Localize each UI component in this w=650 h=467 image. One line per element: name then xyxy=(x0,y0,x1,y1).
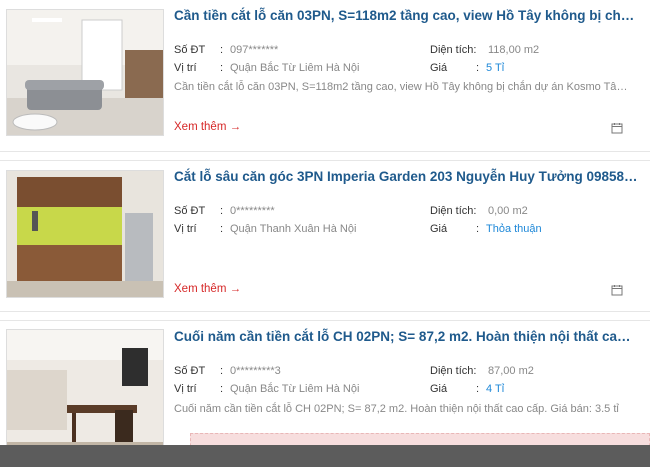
bottom-overlay-bar xyxy=(0,445,650,467)
colon: : xyxy=(476,223,480,235)
location-label: Vị trí xyxy=(174,223,197,235)
listing-photo-kitchen[interactable] xyxy=(6,170,164,298)
area-label: Diện tích: xyxy=(430,44,477,56)
price-value: 5 Tỉ xyxy=(486,62,505,74)
area-value: 0,00 m2 xyxy=(488,205,528,217)
location-value: Quận Bắc Từ Liêm Hà Nội xyxy=(230,62,360,74)
price-label: Giá xyxy=(430,62,448,74)
listing-description: Cuối năm cần tiền cắt lỗ CH 02PN; S= 87,… xyxy=(174,403,619,415)
view-more-link[interactable]: Xem thêm → xyxy=(174,121,241,133)
listing-card: Cần tiền cắt lỗ căn 03PN, S=118m2 tầng c… xyxy=(0,0,650,152)
listing-photo-dining-room[interactable] xyxy=(6,329,164,459)
price-row: Giá:4 Tỉ xyxy=(430,382,504,396)
colon: : xyxy=(220,62,224,74)
area-value: 87,00 m2 xyxy=(488,365,534,377)
location-label: Vị trí xyxy=(174,383,197,395)
colon: : xyxy=(220,223,224,235)
listing-card: Cắt lỗ sâu căn góc 3PN Imperia Garden 20… xyxy=(0,160,650,312)
location-label: Vị trí xyxy=(174,62,197,74)
phone-value: 0********* xyxy=(230,205,275,217)
location-value: Quận Bắc Từ Liêm Hà Nội xyxy=(230,383,360,395)
phone-value: 0*********3 xyxy=(230,365,281,377)
phone-label: Số ĐT xyxy=(174,205,206,217)
colon: : xyxy=(220,205,224,217)
phone-row: Số ĐT:0*********3 xyxy=(174,364,281,378)
listing-photo-living-room[interactable] xyxy=(6,9,164,136)
location-row: Vị trí: Quận Bắc Từ Liêm Hà Nội xyxy=(174,61,359,75)
view-more-link[interactable]: Xem thêm → xyxy=(174,283,241,295)
colon: : xyxy=(476,383,480,395)
colon: : xyxy=(220,365,224,377)
area-value: 118,00 m2 xyxy=(488,44,540,56)
phone-value: 097******* xyxy=(230,44,279,56)
area-row: Diện tích: 0,00 m2 xyxy=(430,204,528,218)
colon: : xyxy=(220,383,224,395)
price-value: 4 Tỉ xyxy=(486,383,505,395)
listing-title[interactable]: Cần tiền cắt lỗ căn 03PN, S=118m2 tầng c… xyxy=(174,7,638,25)
phone-row: Số ĐT:097******* xyxy=(174,43,278,57)
phone-label: Số ĐT xyxy=(174,44,206,56)
listing-title[interactable]: Cắt lỗ sâu căn góc 3PN Imperia Garden 20… xyxy=(174,168,638,186)
area-row: Diện tích: 118,00 m2 xyxy=(430,43,539,57)
colon: : xyxy=(220,44,224,56)
price-label: Giá xyxy=(430,383,448,395)
area-label: Diện tích: xyxy=(430,365,477,377)
price-row: Giá: Thỏa thuận xyxy=(430,222,542,236)
price-row: Giá:5 Tỉ xyxy=(430,61,504,75)
calendar-icon xyxy=(611,123,623,134)
location-value: Quận Thanh Xuân Hà Nội xyxy=(230,223,357,235)
price-value: Thỏa thuận xyxy=(486,223,542,235)
area-row: Diện tích: 87,00 m2 xyxy=(430,364,534,378)
location-row: Vị trí: Quận Bắc Từ Liêm Hà Nội xyxy=(174,382,359,396)
price-label: Giá xyxy=(430,223,448,235)
area-label: Diện tích: xyxy=(430,205,477,217)
listing-description: Cần tiền cắt lỗ căn 03PN, S=118m2 tầng c… xyxy=(174,81,632,93)
listing-title[interactable]: Cuối năm cần tiền cắt lỗ CH 02PN; S= 87,… xyxy=(174,328,638,346)
location-row: Vị trí: Quận Thanh Xuân Hà Nội xyxy=(174,222,356,236)
phone-label: Số ĐT xyxy=(174,365,206,377)
colon: : xyxy=(476,62,480,74)
calendar-icon xyxy=(611,285,623,296)
phone-row: Số ĐT:0********* xyxy=(174,204,275,218)
